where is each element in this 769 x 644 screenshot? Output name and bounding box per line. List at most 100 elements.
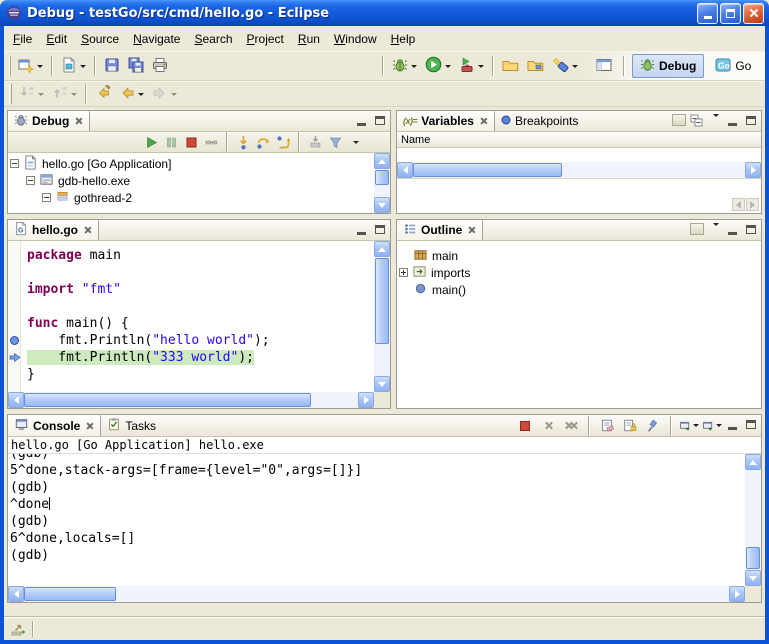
remove-all-launches-button[interactable] [561,417,581,435]
maximize-view-button[interactable] [743,418,758,433]
close-icon[interactable] [480,117,488,125]
display-selected-console-button[interactable] [679,417,699,435]
outline-tree[interactable]: main imports main() [397,241,761,408]
scroll-right-button[interactable] [358,392,374,408]
forward-button[interactable] [148,82,181,106]
editor-hscrollbar[interactable] [8,392,390,408]
last-edit-location-button[interactable] [91,82,115,106]
menu-source[interactable]: Source [74,29,126,49]
pin-console-button[interactable] [643,417,663,435]
scroll-lock-button[interactable] [620,417,640,435]
debug-launch-tree[interactable]: hello.go [Go Application] gdb-hello.exe [8,153,374,213]
scroll-left-button[interactable] [8,586,24,602]
scroll-right-button[interactable] [746,198,759,211]
menu-navigate[interactable]: Navigate [126,29,187,49]
menu-help[interactable]: Help [384,29,423,49]
variables-tree-area[interactable] [397,148,761,162]
scroll-left-button[interactable] [732,198,745,211]
minimize-view-button[interactable] [354,114,369,129]
search-button[interactable] [548,54,582,78]
suspend-button[interactable] [162,133,180,151]
tab-tasks[interactable]: Tasks [101,415,162,436]
toolbar-handle[interactable] [9,84,12,104]
outline-item-main-func[interactable]: main() [397,281,761,298]
menu-search[interactable]: Search [187,29,239,49]
use-step-filters-button[interactable] [326,133,344,151]
close-button[interactable] [743,3,764,24]
instruction-pointer-icon[interactable] [9,352,21,366]
minimize-view-button[interactable] [354,223,369,238]
detail-pane-scrollbar[interactable] [732,198,759,211]
perspective-go-button[interactable]: Go Go [707,54,759,79]
scroll-up-button[interactable] [374,241,390,257]
close-icon[interactable] [86,422,94,430]
tree-item-thread[interactable]: gothread-2 [8,189,374,206]
minimize-view-button[interactable] [725,418,740,433]
expand-icon[interactable] [399,268,408,277]
outline-item-package[interactable]: main [397,247,761,264]
save-button[interactable] [100,54,124,78]
drop-to-frame-button[interactable] [306,133,324,151]
variables-hscrollbar[interactable] [397,162,761,178]
scroll-thumb[interactable] [413,163,562,177]
open-folder-button-1[interactable] [498,54,523,78]
console-output[interactable]: (gdb) 5^done,stack-args=[frame={level="0… [8,454,745,586]
terminate-button[interactable] [515,417,535,435]
new-go-element-button[interactable] [57,54,90,78]
console-hscrollbar[interactable] [8,586,761,602]
scroll-thumb[interactable] [24,393,311,407]
minimize-button[interactable] [697,3,718,24]
collapse-all-button[interactable] [689,114,704,129]
outline-item-imports[interactable]: imports [397,264,761,281]
menu-window[interactable]: Window [327,29,384,49]
minimize-view-button[interactable] [725,223,740,238]
scroll-thumb[interactable] [375,170,389,185]
view-menu-button[interactable] [707,114,722,129]
editor-marker-bar[interactable] [8,241,21,392]
fast-view-button[interactable] [10,621,26,637]
menu-run[interactable]: Run [291,29,327,49]
menu-project[interactable]: Project [240,29,291,49]
close-icon[interactable] [84,226,92,234]
variables-detail-pane[interactable] [397,178,761,213]
collapse-icon[interactable] [10,159,19,168]
editor-vscrollbar[interactable] [374,241,390,392]
maximize-view-button[interactable] [372,114,387,129]
maximize-view-button[interactable] [743,114,758,129]
tab-variables[interactable]: (x)= Variables [397,111,495,131]
collapse-icon[interactable] [42,193,51,202]
step-over-button[interactable] [254,133,272,151]
scroll-thumb[interactable] [375,258,389,344]
run-dropdown-button[interactable] [421,54,455,78]
open-folder-button-2[interactable] [523,54,548,78]
tree-item-launch[interactable]: hello.go [Go Application] [8,155,374,172]
scroll-down-button[interactable] [374,197,390,213]
minimize-view-button[interactable] [725,114,740,129]
open-perspective-button[interactable] [592,54,616,78]
maximize-view-button[interactable] [372,223,387,238]
terminate-button[interactable] [182,133,200,151]
code-editor[interactable]: package main import "fmt" func main() { … [21,241,374,392]
resume-button[interactable] [142,133,160,151]
breakpoint-marker-icon[interactable] [9,335,20,349]
tab-console[interactable]: Console [8,415,101,436]
close-icon[interactable] [468,226,476,234]
menu-file[interactable]: File [6,29,39,49]
perspective-debug-button[interactable]: Debug [632,54,704,78]
scroll-down-button[interactable] [745,570,761,586]
external-tools-button[interactable] [455,54,488,78]
open-console-button[interactable] [702,417,722,435]
scroll-up-button[interactable] [745,454,761,470]
toolbar-handle[interactable] [9,56,11,76]
print-button[interactable] [148,54,172,78]
show-type-names-button[interactable] [671,114,686,129]
view-menu-button[interactable] [707,223,722,238]
titlebar[interactable]: Debug - testGo/src/cmd/hello.go - Eclips… [0,0,769,26]
variables-name-column-header[interactable]: Name [397,132,761,148]
scroll-right-button[interactable] [745,162,761,178]
step-into-button[interactable] [234,133,252,151]
scroll-left-button[interactable] [8,392,24,408]
back-button[interactable] [115,82,148,106]
tab-breakpoints[interactable]: Breakpoints [495,111,584,131]
scroll-right-button[interactable] [729,586,745,602]
